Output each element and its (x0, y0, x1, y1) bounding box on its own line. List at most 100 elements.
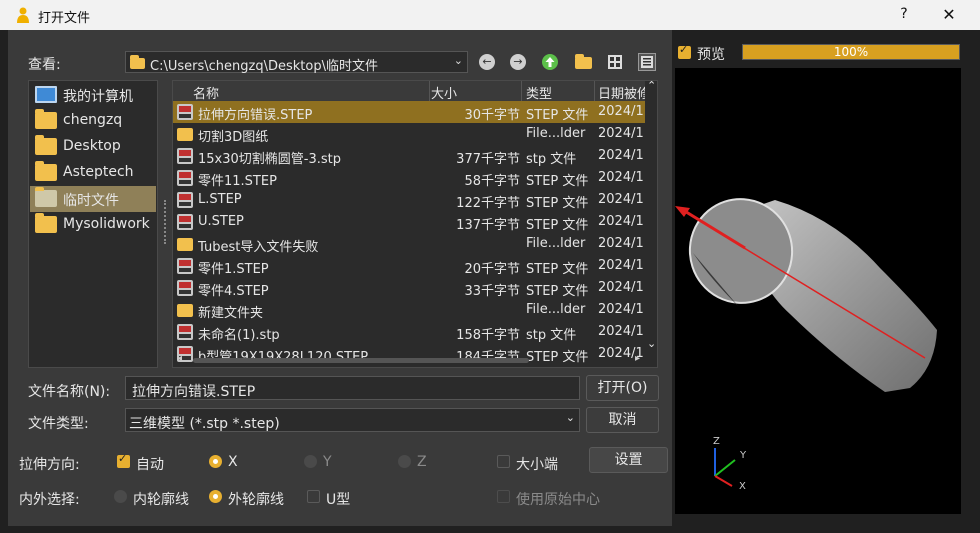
tube-model-render: Z Y X (675, 198, 937, 492)
column-header-type[interactable]: 类型 (526, 83, 552, 102)
forward-button[interactable]: → (510, 54, 526, 70)
sidebar-item-label: Desktop (63, 138, 121, 154)
file-name: 新建文件夹 (198, 306, 264, 321)
new-folder-button[interactable] (575, 54, 592, 69)
column-header-date[interactable]: 日期被修 (598, 83, 650, 102)
list-view-icon[interactable] (607, 54, 623, 70)
sidebar-item-chengzq[interactable]: chengzq (30, 108, 156, 134)
file-list[interactable]: 名称 大小 类型 日期被修 拉伸方向错误.STEP 30千字节 STEP 文件 202… (172, 80, 658, 368)
file-row[interactable]: L.STEP 122千字节 STEP 文件 2024/1 (173, 189, 645, 211)
radio-y[interactable] (304, 455, 317, 468)
app-icon (17, 7, 29, 23)
file-type: File...lder (526, 236, 586, 251)
endian-label: 大小端 (516, 457, 558, 473)
filename-input[interactable]: 拉伸方向错误.STEP (125, 376, 580, 400)
folder-icon (35, 109, 57, 129)
open-button[interactable]: 打开(O) (586, 375, 659, 401)
column-header-size[interactable]: 大小 (431, 83, 457, 102)
file-row[interactable]: 新建文件夹 File...lder 2024/1 (173, 299, 645, 321)
sidebar-item-desktop[interactable]: Desktop (30, 134, 156, 160)
file-row[interactable]: 15x30切割椭圆管-3.stp 377千字节 stp 文件 2024/1 (173, 145, 645, 167)
file-date: 2024/1 (598, 214, 644, 229)
scroll-right-icon[interactable]: ▸ (635, 353, 640, 364)
radio-inner-contour[interactable] (114, 490, 127, 503)
contour-select-label: 内外选择: (19, 492, 80, 508)
sidebar-item-computer[interactable]: 我的计算机 (30, 82, 156, 108)
folder-icon (35, 161, 57, 181)
file-row[interactable]: Tubest导入文件失败 File...lder 2024/1 (173, 233, 645, 255)
file-type: File...lder (526, 302, 586, 317)
file-row[interactable]: 切割3D图纸 File...lder 2024/1 (173, 123, 645, 145)
file-row[interactable]: 零件1.STEP 20千字节 STEP 文件 2024/1 (173, 255, 645, 277)
horizontal-scrollbar[interactable]: ◂ ▸ (173, 353, 657, 367)
scroll-down-icon[interactable]: ⌄ (647, 337, 656, 350)
file-date: 2024/1 (598, 104, 644, 119)
radio-y-label: Y (323, 454, 332, 470)
file-size: 58千字节 (464, 174, 520, 189)
file-size: 137千字节 (456, 218, 520, 233)
file-row[interactable]: 未命名(1).stp 158千字节 stp 文件 2024/1 (173, 321, 645, 343)
up-folder-button[interactable] (542, 54, 558, 70)
vertical-scrollbar[interactable]: ⌃ ⌄ (645, 81, 657, 351)
origin-center-checkbox[interactable] (497, 490, 510, 503)
filetype-select[interactable]: 三维模型 (*.stp *.step) ⌄ (125, 408, 580, 432)
horizontal-scroll-thumb[interactable] (193, 358, 529, 363)
origin-center-label: 使用原始中心 (516, 492, 600, 508)
file-list-header: 名称 大小 类型 日期被修 (173, 81, 657, 102)
window-title: 打开文件 (38, 11, 91, 26)
auto-checkbox[interactable] (117, 452, 130, 468)
radio-z[interactable] (398, 455, 411, 468)
preview-checkbox[interactable] (678, 43, 691, 59)
filetype-value: 三维模型 (*.stp *.step) (129, 416, 280, 432)
file-type: stp 文件 (526, 152, 577, 167)
file-size: 30千字节 (464, 108, 520, 123)
look-in-combo[interactable]: C:\Users\chengzq\Desktop\临时文件 ⌄ (125, 51, 468, 74)
folder-icon (130, 55, 145, 69)
model-preview-viewport[interactable]: Z Y X (675, 68, 961, 514)
radio-x-label: X (228, 454, 238, 470)
endian-checkbox[interactable] (497, 455, 510, 468)
axis-z-label: Z (713, 436, 720, 447)
folder-icon (35, 135, 57, 155)
column-header-name[interactable]: 名称 (193, 83, 219, 102)
cancel-button[interactable]: 取消 (586, 407, 659, 433)
file-date: 2024/1 (598, 148, 644, 163)
close-button[interactable]: ✕ (940, 5, 958, 24)
axis-y-label: Y (739, 450, 747, 461)
file-size: 33千字节 (464, 284, 520, 299)
folder-icon (35, 213, 57, 233)
sidebar-item-mysolidwork[interactable]: Mysolidwork (30, 212, 156, 238)
file-date: 2024/1 (598, 302, 644, 317)
u-type-checkbox[interactable] (307, 490, 320, 503)
file-type: STEP 文件 (526, 174, 589, 189)
radio-outer-contour[interactable] (209, 490, 222, 503)
filetype-label: 文件类型: (28, 416, 89, 432)
back-button[interactable]: ← (479, 54, 495, 70)
sidebar-item-label: 我的计算机 (63, 89, 133, 105)
file-row[interactable]: 零件11.STEP 58千字节 STEP 文件 2024/1 (173, 167, 645, 189)
folder-icon (177, 128, 193, 141)
column-separator (429, 81, 430, 101)
computer-icon (35, 86, 57, 103)
scroll-up-icon[interactable]: ⌃ (647, 81, 656, 92)
detail-view-icon[interactable] (638, 53, 656, 71)
chevron-down-icon: ⌄ (453, 54, 463, 67)
splitter-handle[interactable] (164, 200, 166, 244)
chevron-down-icon: ⌄ (565, 411, 575, 424)
file-row[interactable]: 拉伸方向错误.STEP 30千字节 STEP 文件 2024/1 (173, 101, 645, 123)
settings-button[interactable]: 设置 (589, 447, 668, 473)
u-type-label: U型 (326, 492, 351, 508)
sidebar-item-asteptech[interactable]: Asteptech (30, 160, 156, 186)
file-row[interactable]: U.STEP 137千字节 STEP 文件 2024/1 (173, 211, 645, 233)
sidebar-item-label: 临时文件 (63, 193, 119, 209)
sidebar-item-temp[interactable]: 临时文件 (30, 186, 156, 212)
radio-x[interactable] (209, 455, 222, 468)
scroll-left-icon[interactable]: ◂ (177, 353, 182, 364)
file-row[interactable]: 零件4.STEP 33千字节 STEP 文件 2024/1 (173, 277, 645, 299)
column-separator (594, 81, 595, 101)
auto-label: 自动 (136, 457, 164, 473)
progress-text: 100% (833, 45, 869, 59)
places-sidebar: 我的计算机 chengzq Desktop Asteptech 临时文件 Mys… (28, 80, 158, 368)
help-button[interactable]: ? (896, 6, 912, 22)
file-type: STEP 文件 (526, 196, 589, 211)
